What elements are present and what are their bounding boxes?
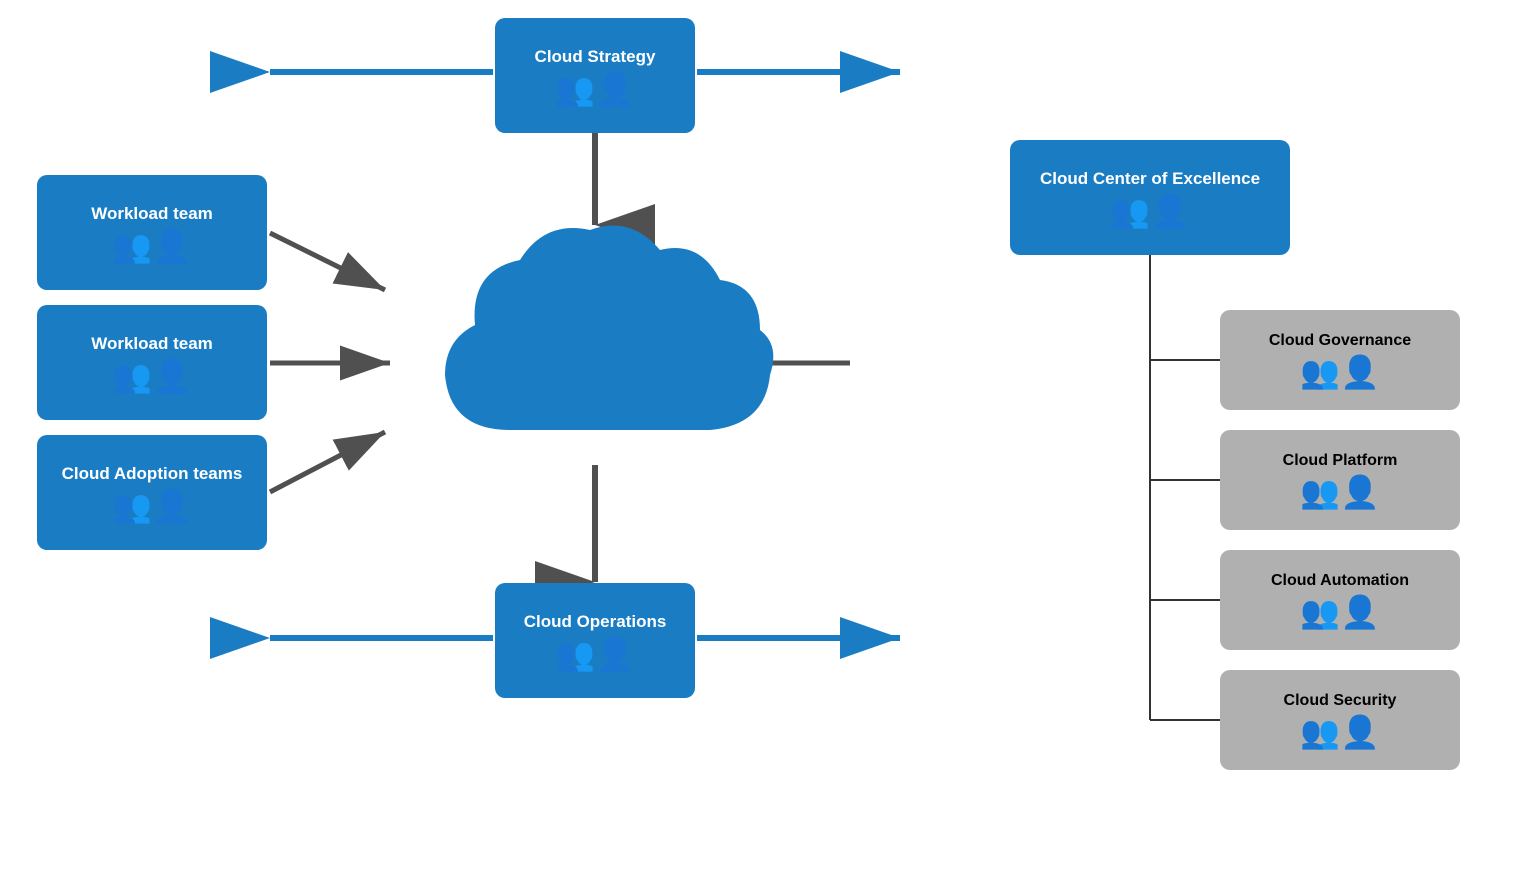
cloud-platform-label: Cloud Platform: [1283, 452, 1398, 470]
cloud-adoption-teams-box: Cloud Adoption teams 👥👤: [37, 435, 267, 550]
cloud-automation-box: Cloud Automation 👥👤: [1220, 550, 1460, 650]
cloud-governance-box: Cloud Governance 👥👤: [1220, 310, 1460, 410]
cloud-automation-icon: 👥👤: [1300, 596, 1380, 628]
workload-team-2-icon: 👥👤: [112, 360, 192, 392]
cloud-security-box: Cloud Security 👥👤: [1220, 670, 1460, 770]
diagram-container: Cloud Strategy 👥👤 Workload team 👥👤 Workl…: [0, 0, 1528, 891]
cloud-operations-box: Cloud Operations 👥👤: [495, 583, 695, 698]
cloud-strategy-icon: 👥👤: [555, 73, 635, 105]
cloud-coe-label: Cloud Center of Excellence: [1040, 169, 1260, 189]
cloud-security-label: Cloud Security: [1284, 692, 1397, 710]
cloud-shape: [390, 210, 790, 480]
cloud-strategy-box: Cloud Strategy 👥👤: [495, 18, 695, 133]
workload-team-1-label: Workload team: [91, 204, 213, 224]
cloud-platform-icon: 👥👤: [1300, 476, 1380, 508]
cloud-governance-icon: 👥👤: [1300, 356, 1380, 388]
cloud-governance-label: Cloud Governance: [1269, 332, 1411, 350]
cloud-operations-icon: 👥👤: [555, 638, 635, 670]
cloud-operations-label: Cloud Operations: [524, 612, 667, 632]
cloud-platform-box: Cloud Platform 👥👤: [1220, 430, 1460, 530]
workload-team-2-box: Workload team 👥👤: [37, 305, 267, 420]
cloud-adoption-teams-icon: 👥👤: [112, 490, 192, 522]
cloud-security-icon: 👥👤: [1300, 716, 1380, 748]
cloud-adoption-teams-label: Cloud Adoption teams: [62, 464, 243, 484]
workload-team-2-label: Workload team: [91, 334, 213, 354]
cloud-strategy-label: Cloud Strategy: [535, 47, 656, 67]
cloud-coe-icon: 👥👤: [1110, 195, 1190, 227]
cloud-coe-box: Cloud Center of Excellence 👥👤: [1010, 140, 1290, 255]
workload-team-1-icon: 👥👤: [112, 230, 192, 262]
workload-team-1-box: Workload team 👥👤: [37, 175, 267, 290]
cloud-automation-label: Cloud Automation: [1271, 572, 1409, 590]
